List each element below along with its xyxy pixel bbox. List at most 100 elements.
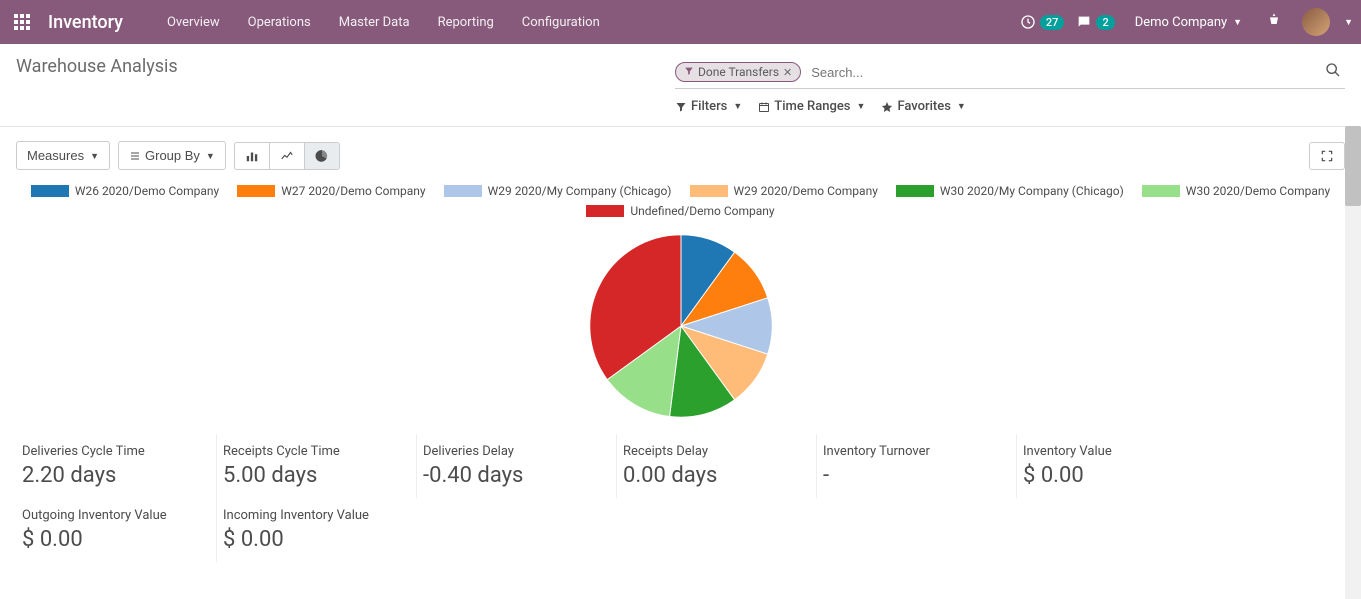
chart-area: W26 2020/Demo Company W27 2020/Demo Compa… [0, 184, 1361, 434]
stat-label: Receipts Cycle Time [223, 444, 410, 459]
company-switcher[interactable]: Demo Company ▼ [1127, 11, 1250, 34]
nav-right: 27 2 Demo Company ▼ ▼ [1020, 8, 1353, 36]
debug-icon[interactable] [1262, 8, 1286, 36]
stat-card: Receipts Cycle Time5.00 days [216, 434, 416, 498]
stat-label: Deliveries Delay [423, 444, 610, 459]
legend-swatch [586, 205, 624, 217]
legend-swatch [237, 185, 275, 197]
stat-label: Inventory Value [1023, 444, 1210, 459]
close-icon[interactable]: ✕ [783, 66, 792, 79]
stat-card: Inventory Turnover - [816, 434, 1016, 498]
nav-overview[interactable]: Overview [155, 7, 232, 38]
legend-item[interactable]: W26 2020/Demo Company [31, 184, 219, 198]
legend-item[interactable]: W29 2020/Demo Company [690, 184, 878, 198]
page-title: Warehouse Analysis [16, 56, 675, 77]
search-box[interactable]: Done Transfers ✕ [675, 56, 1345, 89]
stat-label: Incoming Inventory Value [223, 508, 410, 523]
main-menu: Overview Operations Master Data Reportin… [155, 7, 612, 38]
chart-type-group [234, 142, 340, 170]
search-icon[interactable] [1321, 58, 1345, 86]
stat-card: Deliveries Cycle Time 2.20 days [16, 434, 216, 498]
pie-chart-button[interactable] [304, 142, 340, 170]
activity-indicator[interactable]: 27 [1020, 14, 1065, 30]
stat-value: $ 0.00 [22, 527, 210, 552]
legend-item[interactable]: W30 2020/My Company (Chicago) [896, 184, 1124, 198]
stat-card: Incoming Inventory Value $ 0.00 [216, 498, 416, 562]
list-icon [129, 150, 141, 162]
nav-configuration[interactable]: Configuration [510, 7, 612, 38]
activity-count: 27 [1040, 15, 1065, 30]
stat-label: Receipts Delay [623, 444, 810, 459]
chevron-down-icon: ▼ [857, 101, 866, 112]
chart-legend: W26 2020/Demo Company W27 2020/Demo Compa… [16, 184, 1345, 218]
stat-label: Deliveries Cycle Time [22, 444, 210, 459]
stat-card: Outgoing Inventory Value$ 0.00 [16, 498, 216, 562]
stat-card: Inventory Value $ 0.00 [1016, 434, 1216, 498]
favorites-dropdown[interactable]: Favorites ▼ [881, 99, 965, 114]
chevron-down-icon[interactable]: ▼ [1344, 17, 1353, 28]
legend-label: W30 2020/Demo Company [1186, 184, 1330, 198]
legend-item[interactable]: W27 2020/Demo Company [237, 184, 425, 198]
bar-chart-icon [245, 149, 259, 163]
legend-swatch [896, 185, 934, 197]
bar-chart-button[interactable] [234, 142, 270, 170]
legend-swatch [690, 185, 728, 197]
stat-card: Deliveries Delay -0.40 days [416, 434, 616, 498]
legend-swatch [444, 185, 482, 197]
legend-item[interactable]: W30 2020/Demo Company [1142, 184, 1330, 198]
legend-swatch [1142, 185, 1180, 197]
search-input[interactable] [807, 61, 1315, 84]
chat-icon [1076, 14, 1092, 30]
legend-item[interactable]: W29 2020/My Company (Chicago) [444, 184, 672, 198]
group-by-button[interactable]: Group By ▼ [118, 141, 226, 170]
facet-label: Done Transfers [698, 65, 779, 79]
search-options: Filters ▼ Time Ranges ▼ Favorites ▼ [675, 89, 1345, 126]
legend-label: W29 2020/My Company (Chicago) [488, 184, 672, 198]
stat-label: Inventory Turnover [823, 444, 1010, 459]
legend-label: W26 2020/Demo Company [75, 184, 219, 198]
chevron-down-icon: ▼ [90, 151, 99, 161]
stat-value: $ 0.00 [1023, 463, 1210, 488]
messages-indicator[interactable]: 2 [1076, 14, 1114, 30]
legend-label: W29 2020/Demo Company [734, 184, 878, 198]
chevron-down-icon: ▼ [957, 101, 966, 112]
stat-value: 0.00 days [623, 463, 810, 488]
company-name: Demo Company [1135, 15, 1227, 30]
measures-button[interactable]: Measures ▼ [16, 141, 110, 170]
app-brand[interactable]: Inventory [48, 12, 123, 33]
control-panel: Warehouse Analysis Done Transfers ✕ Filt… [0, 44, 1361, 127]
calendar-icon [758, 101, 770, 113]
filter-icon [684, 65, 694, 79]
pie-chart-icon [315, 149, 329, 163]
user-avatar[interactable] [1302, 8, 1330, 36]
filter-icon [675, 101, 687, 113]
scrollbar-thumb[interactable] [1345, 126, 1361, 206]
fullscreen-button[interactable] [1309, 142, 1345, 170]
legend-swatch [31, 185, 69, 197]
stat-value: - [823, 463, 1010, 488]
top-navbar: Inventory Overview Operations Master Dat… [0, 0, 1361, 44]
chevron-down-icon: ▼ [1233, 17, 1242, 28]
stat-value: $ 0.00 [223, 527, 410, 552]
search-area: Done Transfers ✕ Filters ▼ Time Ranges ▼… [675, 56, 1345, 126]
time-ranges-dropdown[interactable]: Time Ranges ▼ [758, 99, 865, 114]
chevron-down-icon: ▼ [206, 151, 215, 161]
stat-value: 2.20 days [22, 463, 210, 488]
legend-label: W27 2020/Demo Company [281, 184, 425, 198]
clock-icon [1020, 14, 1036, 30]
line-chart-button[interactable] [269, 142, 305, 170]
stat-value: -0.40 days [423, 463, 610, 488]
stat-card: Receipts Delay 0.00 days [616, 434, 816, 498]
line-chart-icon [280, 149, 294, 163]
filters-dropdown[interactable]: Filters ▼ [675, 99, 742, 114]
apps-icon[interactable] [8, 8, 36, 36]
expand-icon [1320, 149, 1334, 163]
stats-grid: Deliveries Cycle Time2.20 daysReceipts C… [0, 434, 1361, 562]
search-facet: Done Transfers ✕ [675, 62, 801, 82]
graph-toolbar: Measures ▼ Group By ▼ [0, 127, 1361, 184]
legend-item[interactable]: Undefined/Demo Company [586, 204, 774, 218]
chevron-down-icon: ▼ [733, 101, 742, 112]
nav-reporting[interactable]: Reporting [426, 7, 506, 38]
nav-master-data[interactable]: Master Data [327, 7, 422, 38]
nav-operations[interactable]: Operations [236, 7, 323, 38]
